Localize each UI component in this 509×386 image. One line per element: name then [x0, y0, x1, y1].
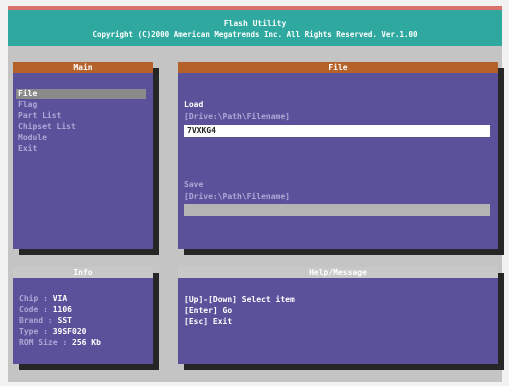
menu-item-part-list[interactable]: Part List	[18, 111, 61, 121]
main-menu-panel: Main File Flag Part List Chipset List Mo…	[13, 62, 153, 249]
help-line-enter: [Enter] Go	[184, 306, 233, 315]
rom-size-value: 256 Kb	[72, 338, 101, 347]
info-row-brand: Brand : SST	[19, 316, 72, 325]
title-bar: Flash Utility Copyright (C)2000 American…	[8, 6, 502, 46]
type-value: 39SF020	[52, 327, 87, 336]
info-row-rom-size: ROM Size : 256 Kb	[19, 338, 101, 347]
main-menu-header: Main	[13, 62, 153, 73]
file-panel-header: File	[178, 62, 498, 73]
help-line-select: [Up]-[Down] Select item	[184, 295, 295, 304]
load-label: Load	[184, 100, 204, 109]
help-line-exit: [Esc] Exit	[184, 317, 233, 326]
load-filename-input[interactable]: 7VXKG4	[184, 125, 490, 137]
brand-value: SST	[57, 316, 72, 325]
menu-item-exit[interactable]: Exit	[18, 144, 37, 154]
file-panel: File Load [Drive:\Path\Filename] 7VXKG4 …	[178, 62, 498, 249]
copyright-text: Copyright (C)2000 American Megatrends In…	[92, 30, 418, 39]
code-value: 1106	[52, 305, 72, 314]
save-filename-input[interactable]	[184, 204, 490, 216]
menu-item-module[interactable]: Module	[18, 133, 47, 143]
menu-item-file[interactable]: File	[16, 89, 146, 99]
info-row-type: Type : 39SF020	[19, 327, 87, 336]
info-panel-header: Info	[13, 267, 153, 278]
menu-item-flag[interactable]: Flag	[18, 100, 37, 110]
save-label: Save	[184, 180, 204, 189]
chip-value: VIA	[52, 294, 68, 303]
app-title: Flash Utility	[223, 19, 287, 28]
info-panel: Info Chip : VIA Code : 1106 Brand : SST …	[13, 267, 153, 364]
help-panel: Help/Message [Up]-[Down] Select item [En…	[178, 267, 498, 364]
menu-item-chipset-list[interactable]: Chipset List	[18, 122, 76, 132]
save-path-hint: [Drive:\Path\Filename]	[184, 192, 290, 201]
info-row-chip: Chip : VIA	[19, 294, 68, 303]
help-panel-header: Help/Message	[178, 267, 498, 278]
info-row-code: Code : 1106	[19, 305, 72, 314]
load-path-hint: [Drive:\Path\Filename]	[184, 112, 290, 121]
